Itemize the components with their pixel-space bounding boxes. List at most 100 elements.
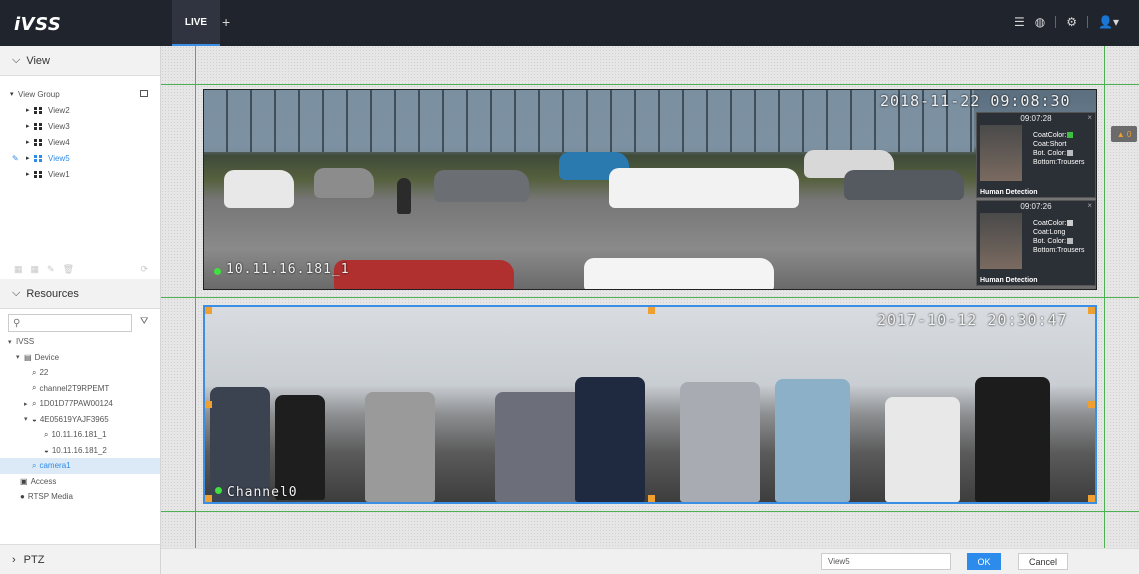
resources-section-label: Resources	[26, 287, 79, 300]
filter-icon[interactable]: ⛛	[140, 316, 148, 327]
close-icon[interactable]: ×	[1087, 201, 1092, 210]
resize-handle[interactable]	[205, 307, 212, 314]
color-swatch	[1067, 132, 1074, 139]
dome-camera-icon: ◒	[32, 414, 37, 424]
video-content	[314, 168, 374, 198]
pane2-channel-label: Channel0	[227, 485, 298, 500]
grid-icon	[34, 122, 42, 130]
video-content	[575, 377, 645, 502]
resize-handle[interactable]	[205, 495, 212, 502]
resize-handle[interactable]	[1088, 401, 1095, 408]
collapse-icon[interactable]	[140, 90, 148, 97]
grid-icon	[34, 170, 42, 178]
video-content	[975, 377, 1050, 502]
resource-item[interactable]: ◒ 10.11.16.181_2	[0, 443, 160, 459]
resource-item-selected[interactable]: ⌕ camera1	[0, 458, 160, 474]
attr-bottom: Bottom:Trousers	[1033, 159, 1085, 166]
edit-view-icon[interactable]: ✎	[47, 264, 55, 275]
video-content	[584, 258, 774, 289]
settings-icon[interactable]: ⚙	[1066, 15, 1077, 29]
list-icon[interactable]: ☰	[1014, 15, 1025, 29]
detection-caption: Human Detection	[980, 277, 1038, 284]
caret-right-icon: ▸	[26, 155, 30, 162]
add-view-icon[interactable]: ▦	[14, 264, 23, 275]
caret-right-icon: ▸	[26, 139, 30, 146]
view-name-field[interactable]: View5	[821, 553, 951, 570]
detection-card[interactable]: 09:07:26 × CoatColor: Coat:Long Bot. Col…	[976, 200, 1096, 286]
resource-item[interactable]: ⌕ 10.11.16.181_1	[0, 427, 160, 443]
view-toolbar: ▦ ▦ ✎ 🗑 ⟳	[0, 259, 160, 279]
detection-attributes: CoatColor: Coat:Short Bot. Color: Bottom…	[1033, 131, 1084, 167]
attr-coat: Coat:Long	[1033, 229, 1066, 236]
live-view-canvas[interactable]: 2018-11-22 09:08:30 10.11.16.181_1 09:07…	[161, 46, 1139, 548]
alarm-badge[interactable]: ▲ 0	[1111, 126, 1137, 142]
add-tab-button[interactable]: +	[222, 14, 230, 30]
view-item-selected[interactable]: ✎ ▸ View5	[10, 150, 160, 166]
view-item[interactable]: ▸ View3	[10, 118, 160, 134]
resource-root[interactable]: ▾ IVSS	[0, 334, 160, 350]
resources-section-header[interactable]: ⌵ Resources	[0, 279, 160, 309]
grid-icon	[34, 106, 42, 114]
resource-item[interactable]: ▸ ⌕ 1D01D77PAW00124	[0, 396, 160, 412]
resize-handle[interactable]	[1088, 495, 1095, 502]
search-icon: ⚲	[13, 317, 21, 329]
resource-item[interactable]: ⌕ 22	[0, 365, 160, 381]
resource-item[interactable]: ▾ ◒ 4E05619YAJF3965	[0, 412, 160, 428]
attr-coat-color: CoatColor:	[1033, 220, 1067, 227]
resize-handle[interactable]	[1088, 307, 1095, 314]
refresh-icon[interactable]: ⟳	[140, 264, 148, 275]
caret-right-icon: ▸	[26, 171, 30, 178]
view-item[interactable]: ▸ View1	[10, 166, 160, 182]
ok-button[interactable]: OK	[967, 553, 1001, 570]
color-swatch	[1067, 150, 1074, 157]
status-dot	[215, 487, 222, 494]
view-section-header[interactable]: ⌵ View	[0, 46, 160, 76]
status-dot	[214, 268, 221, 275]
view-section-label: View	[26, 54, 50, 67]
delete-view-icon[interactable]: 🗑	[63, 264, 74, 275]
globe-icon[interactable]: ◍	[1035, 15, 1045, 29]
separator	[1087, 16, 1089, 28]
detection-caption: Human Detection	[980, 189, 1038, 196]
rtsp-item[interactable]: ● RTSP Media	[0, 489, 160, 505]
warning-icon: ▲	[1116, 129, 1125, 139]
video-pane-1[interactable]: 2018-11-22 09:08:30 10.11.16.181_1 09:07…	[203, 89, 1097, 290]
resize-handle[interactable]	[648, 307, 655, 314]
attr-coat-color: CoatColor:	[1033, 132, 1067, 139]
close-icon[interactable]: ×	[1087, 113, 1092, 122]
device-icon: ▤	[24, 352, 32, 362]
access-item[interactable]: ▣ Access	[0, 474, 160, 490]
resize-handle[interactable]	[205, 401, 212, 408]
app-logo: iVSS	[14, 14, 62, 35]
view-item[interactable]: ▸ View4	[10, 134, 160, 150]
view-item[interactable]: ▸ View2	[10, 102, 160, 118]
caret-right-icon: ▸	[26, 107, 30, 114]
detection-card[interactable]: 09:07:28 × CoatColor: Coat:Short Bot. Co…	[976, 112, 1096, 198]
user-icon[interactable]: 👤▾	[1098, 15, 1119, 29]
pane1-timestamp: 2018-11-22 09:08:30	[880, 92, 1071, 110]
tab-live[interactable]: LIVE	[172, 0, 220, 46]
attr-bottom-color: Bot. Color:	[1033, 238, 1067, 245]
add-group-icon[interactable]: ▦	[31, 264, 40, 275]
camera-icon: ⌕	[32, 398, 37, 408]
resource-search-input[interactable]: ⚲	[8, 314, 132, 332]
caret-down-icon: ▾	[10, 91, 14, 98]
video-content	[204, 90, 974, 152]
edit-icon[interactable]: ✎	[12, 154, 26, 163]
resize-handle[interactable]	[648, 495, 655, 502]
top-bar: iVSS LIVE + ☰ ◍ ⚙ 👤▾	[0, 0, 1139, 46]
access-icon: ▣	[20, 476, 28, 486]
cancel-button[interactable]: Cancel	[1018, 553, 1068, 570]
video-content	[609, 168, 799, 208]
video-pane-2-selected[interactable]: 2017-10-12 20:30:47 Channel0	[203, 305, 1097, 504]
resource-item[interactable]: ⌕ channel2T9RPEMT	[0, 381, 160, 397]
ptz-section-header[interactable]: › PTZ	[0, 544, 160, 574]
left-panel: ⌵ View ▾ View Group ▸ View2 ▸ View3 ▸ View4 …	[0, 46, 161, 574]
device-group[interactable]: ▾ ▤ Device	[0, 350, 160, 366]
resource-tree: ▾ IVSS ▾ ▤ Device ⌕ 22 ⌕ channel2T9RPEMT ▸ ⌕ 1D…	[0, 334, 160, 505]
video-content	[365, 392, 435, 502]
caret-right-icon: ▸	[26, 123, 30, 130]
ptz-section-label: PTZ	[23, 553, 45, 566]
attr-bottom-color: Bot. Color:	[1033, 150, 1067, 157]
view-group-root[interactable]: ▾ View Group	[10, 86, 160, 102]
